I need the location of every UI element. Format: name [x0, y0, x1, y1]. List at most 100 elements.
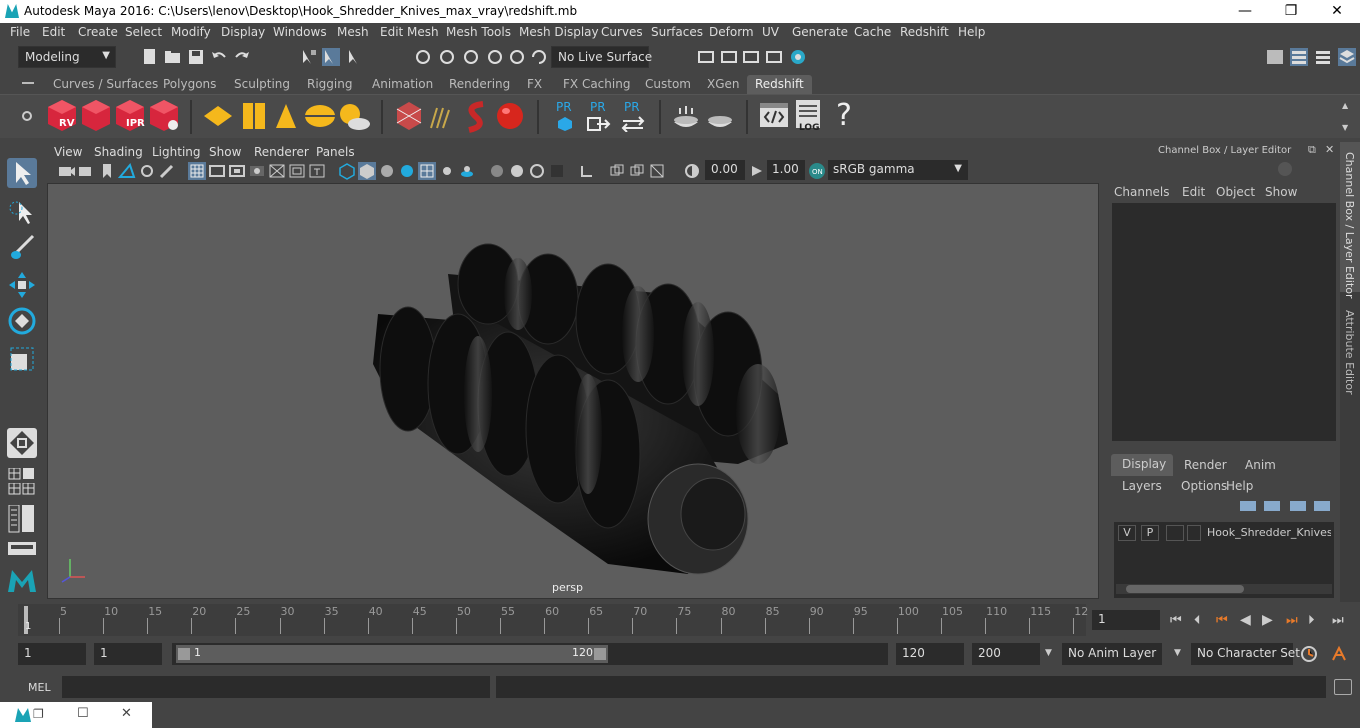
tab-polygons[interactable]: Polygons — [155, 75, 224, 94]
current-frame-field[interactable]: 1 — [1092, 610, 1160, 630]
workspace-icon[interactable] — [1266, 48, 1284, 66]
maya-logo-icon[interactable] — [15, 708, 31, 722]
menu-edit-mesh[interactable]: Edit Mesh — [380, 25, 439, 39]
motion-blur-icon[interactable] — [508, 162, 526, 180]
layer-display-type[interactable] — [1166, 525, 1184, 541]
scroll-thumb[interactable] — [1126, 585, 1244, 593]
redshift-spot-light-icon[interactable] — [270, 98, 302, 138]
menu-edit[interactable]: Edit — [42, 25, 65, 39]
shelf-scroll[interactable]: ▲ ▼ — [1340, 97, 1352, 137]
redshift-sphere-icon[interactable] — [494, 98, 526, 138]
tab-animation[interactable]: Animation — [364, 75, 441, 94]
camera-icon[interactable] — [58, 162, 76, 180]
select-hierarchy-icon[interactable] — [300, 48, 318, 66]
time-ruler[interactable]: 1 5 10 15 20 25 30 35 40 45 50 55 60 65 70 75 80 85 90 95 1… — [18, 604, 1088, 636]
menu-mesh[interactable]: Mesh — [337, 25, 369, 39]
redshift-render-view-button[interactable]: RV — [46, 98, 78, 138]
play-backward-icon[interactable]: ◀ — [1240, 612, 1251, 628]
redshift-settings-button[interactable] — [148, 98, 180, 138]
select-component-icon[interactable] — [346, 48, 364, 66]
view-transform-dropdown[interactable]: sRGB gamma ▼ — [828, 160, 968, 180]
isolate-select-icon[interactable] — [578, 162, 596, 180]
layer-visibility-toggle[interactable]: V — [1118, 525, 1136, 541]
camera-attributes-icon[interactable] — [78, 162, 96, 180]
play-forward-icon[interactable]: ▶ — [1262, 612, 1273, 628]
color-management-icon[interactable]: ON — [808, 162, 826, 180]
render-frame-icon[interactable] — [720, 48, 738, 66]
resolution-gate-icon[interactable] — [228, 162, 246, 180]
channel-list[interactable] — [1112, 203, 1336, 441]
film-gate-icon[interactable] — [208, 162, 226, 180]
toggle-modeling-toolkit-icon[interactable] — [1290, 48, 1308, 66]
script-editor-icon[interactable] — [1334, 679, 1352, 695]
tab-display[interactable]: Display — [1111, 454, 1173, 476]
cb-menu-object[interactable]: Object — [1216, 185, 1255, 199]
scale-tool-icon[interactable] — [7, 344, 37, 374]
undo-icon[interactable] — [210, 48, 228, 66]
menu-cache[interactable]: Cache — [854, 25, 891, 39]
panel-menu-shading[interactable]: Shading — [94, 145, 143, 159]
pr-button-1[interactable]: PR — [549, 98, 581, 138]
exposure-field[interactable]: 0.00 — [705, 160, 745, 180]
move-layer-up-icon[interactable] — [1240, 501, 1256, 511]
maximize-icon[interactable]: ☐ — [77, 706, 89, 721]
redo-icon[interactable] — [233, 48, 251, 66]
two-view-layout-icon[interactable] — [8, 483, 36, 495]
move-layer-down-icon[interactable] — [1264, 501, 1280, 511]
safe-action-icon[interactable] — [288, 162, 306, 180]
layer-menu-help[interactable]: Help — [1226, 479, 1253, 493]
shelf-menu-icon[interactable] — [22, 82, 34, 84]
xray-joints-icon[interactable] — [628, 162, 646, 180]
redshift-volume-icon[interactable] — [237, 98, 269, 138]
redshift-curve-icon[interactable] — [461, 98, 493, 138]
new-layer-icon[interactable] — [1290, 501, 1306, 511]
redshift-help-button[interactable]: ? — [828, 98, 860, 138]
grid-toggle-icon[interactable] — [188, 162, 206, 180]
menu-deform[interactable]: Deform — [709, 25, 754, 39]
snap-surface-icon[interactable] — [508, 48, 526, 66]
menu-generate[interactable]: Generate — [792, 25, 848, 39]
panel-menu-renderer[interactable]: Renderer — [254, 145, 309, 159]
step-forward-icon[interactable]: ⏵ — [1308, 613, 1315, 628]
hypershade-icon[interactable] — [789, 48, 807, 66]
chevron-down-icon[interactable]: ▼ — [1174, 648, 1181, 658]
go-to-start-icon[interactable]: ⏮ — [1170, 613, 1182, 628]
menu-windows[interactable]: Windows — [273, 25, 327, 39]
layer-name[interactable]: Hook_Shredder_Knives_( — [1207, 526, 1331, 539]
menu-file[interactable]: File — [10, 25, 30, 39]
mode-dropdown[interactable]: Modeling ▼ — [18, 46, 116, 68]
panel-menu-view[interactable]: View — [54, 145, 82, 159]
close-panel-icon[interactable]: ✕ — [1325, 143, 1334, 156]
snap-live-icon[interactable] — [530, 48, 548, 66]
range-start-handle[interactable] — [178, 648, 190, 660]
image-plane-icon[interactable] — [118, 162, 136, 180]
menu-modify[interactable]: Modify — [171, 25, 211, 39]
step-forward-key-icon[interactable]: ⏭ — [1286, 613, 1298, 628]
gear-icon[interactable] — [20, 109, 34, 123]
mel-label[interactable]: MEL — [28, 681, 51, 694]
2d-pan-zoom-icon[interactable] — [138, 162, 156, 180]
field-chart-icon[interactable] — [268, 162, 286, 180]
render-view-icon[interactable] — [697, 48, 715, 66]
bookmark-icon[interactable] — [98, 162, 116, 180]
menu-redshift[interactable]: Redshift — [900, 25, 949, 39]
time-slider[interactable]: 1 5 10 15 20 25 30 35 40 45 50 55 60 65 70 75 80 85 90 95 1… — [0, 602, 1360, 638]
layer-menu-options[interactable]: Options — [1181, 479, 1227, 493]
tab-rigging[interactable]: Rigging — [299, 75, 360, 94]
redshift-script-editor-icon[interactable] — [758, 98, 790, 138]
live-surface-field[interactable]: No Live Surface — [551, 46, 652, 68]
tab-rendering[interactable]: Rendering — [441, 75, 518, 94]
quad-layout-icon[interactable] — [7, 428, 37, 458]
float-panel-icon[interactable]: ⧉ — [1308, 143, 1316, 157]
open-scene-icon[interactable] — [164, 48, 182, 66]
tab-custom[interactable]: Custom — [637, 75, 699, 94]
menu-uv[interactable]: UV — [762, 25, 779, 39]
range-bar[interactable]: 1 120 — [176, 645, 608, 663]
restore-icon[interactable]: ❐ — [33, 707, 44, 721]
scene-end-field[interactable]: 200 — [972, 643, 1040, 665]
tab-fx[interactable]: FX — [519, 75, 550, 94]
toggle-channel-box-icon[interactable] — [1338, 48, 1356, 66]
anim-layer-dropdown[interactable]: No Anim Layer — [1062, 643, 1162, 665]
tab-render[interactable]: Render — [1184, 458, 1227, 472]
grease-pencil-icon[interactable] — [158, 162, 176, 180]
